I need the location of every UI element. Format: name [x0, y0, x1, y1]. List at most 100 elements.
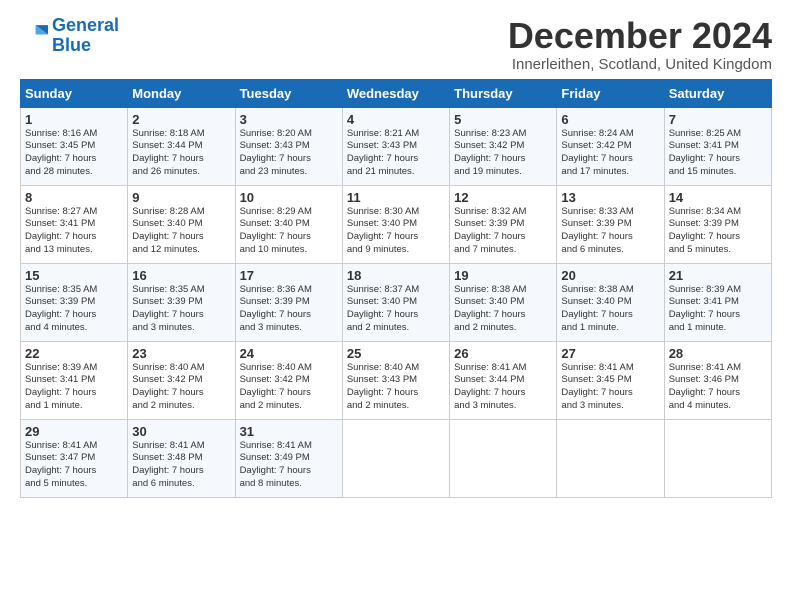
day-number: 8 [25, 190, 123, 205]
week-row-3: 15Sunrise: 8:35 AM Sunset: 3:39 PM Dayli… [21, 263, 772, 341]
cell-info: Sunrise: 8:39 AM Sunset: 3:41 PM Dayligh… [25, 362, 123, 413]
day-number: 22 [25, 346, 123, 361]
location-subtitle: Innerleithen, Scotland, United Kingdom [508, 56, 772, 73]
week-row-2: 8Sunrise: 8:27 AM Sunset: 3:41 PM Daylig… [21, 185, 772, 263]
cell-info: Sunrise: 8:41 AM Sunset: 3:46 PM Dayligh… [669, 362, 767, 413]
header-day-monday: Monday [128, 79, 235, 107]
day-number: 7 [669, 112, 767, 127]
header: General Blue December 2024 Innerleithen,… [20, 16, 772, 73]
header-row: SundayMondayTuesdayWednesdayThursdayFrid… [21, 79, 772, 107]
day-number: 11 [347, 190, 445, 205]
calendar-cell: 30Sunrise: 8:41 AM Sunset: 3:48 PM Dayli… [128, 419, 235, 497]
day-number: 20 [561, 268, 659, 283]
cell-info: Sunrise: 8:41 AM Sunset: 3:48 PM Dayligh… [132, 440, 230, 491]
title-block: December 2024 Innerleithen, Scotland, Un… [508, 16, 772, 73]
cell-info: Sunrise: 8:38 AM Sunset: 3:40 PM Dayligh… [454, 284, 552, 335]
cell-info: Sunrise: 8:27 AM Sunset: 3:41 PM Dayligh… [25, 206, 123, 257]
cell-info: Sunrise: 8:29 AM Sunset: 3:40 PM Dayligh… [240, 206, 338, 257]
logo: General Blue [20, 16, 119, 56]
cell-info: Sunrise: 8:40 AM Sunset: 3:43 PM Dayligh… [347, 362, 445, 413]
day-number: 25 [347, 346, 445, 361]
cell-info: Sunrise: 8:23 AM Sunset: 3:42 PM Dayligh… [454, 128, 552, 179]
calendar-cell: 31Sunrise: 8:41 AM Sunset: 3:49 PM Dayli… [235, 419, 342, 497]
cell-info: Sunrise: 8:20 AM Sunset: 3:43 PM Dayligh… [240, 128, 338, 179]
day-number: 3 [240, 112, 338, 127]
calendar-cell: 21Sunrise: 8:39 AM Sunset: 3:41 PM Dayli… [664, 263, 771, 341]
day-number: 27 [561, 346, 659, 361]
calendar-cell: 12Sunrise: 8:32 AM Sunset: 3:39 PM Dayli… [450, 185, 557, 263]
calendar-cell: 15Sunrise: 8:35 AM Sunset: 3:39 PM Dayli… [21, 263, 128, 341]
cell-info: Sunrise: 8:28 AM Sunset: 3:40 PM Dayligh… [132, 206, 230, 257]
cell-info: Sunrise: 8:36 AM Sunset: 3:39 PM Dayligh… [240, 284, 338, 335]
calendar-cell: 16Sunrise: 8:35 AM Sunset: 3:39 PM Dayli… [128, 263, 235, 341]
calendar-cell: 26Sunrise: 8:41 AM Sunset: 3:44 PM Dayli… [450, 341, 557, 419]
header-day-sunday: Sunday [21, 79, 128, 107]
day-number: 1 [25, 112, 123, 127]
header-day-wednesday: Wednesday [342, 79, 449, 107]
logo-blue: Blue [52, 36, 119, 56]
cell-info: Sunrise: 8:18 AM Sunset: 3:44 PM Dayligh… [132, 128, 230, 179]
cell-info: Sunrise: 8:41 AM Sunset: 3:47 PM Dayligh… [25, 440, 123, 491]
day-number: 18 [347, 268, 445, 283]
day-number: 4 [347, 112, 445, 127]
cell-info: Sunrise: 8:39 AM Sunset: 3:41 PM Dayligh… [669, 284, 767, 335]
calendar-cell: 5Sunrise: 8:23 AM Sunset: 3:42 PM Daylig… [450, 107, 557, 185]
calendar-cell: 6Sunrise: 8:24 AM Sunset: 3:42 PM Daylig… [557, 107, 664, 185]
day-number: 28 [669, 346, 767, 361]
calendar-cell: 22Sunrise: 8:39 AM Sunset: 3:41 PM Dayli… [21, 341, 128, 419]
calendar-cell [342, 419, 449, 497]
cell-info: Sunrise: 8:25 AM Sunset: 3:41 PM Dayligh… [669, 128, 767, 179]
day-number: 5 [454, 112, 552, 127]
header-day-friday: Friday [557, 79, 664, 107]
cell-info: Sunrise: 8:35 AM Sunset: 3:39 PM Dayligh… [25, 284, 123, 335]
calendar-cell: 1Sunrise: 8:16 AM Sunset: 3:45 PM Daylig… [21, 107, 128, 185]
day-number: 15 [25, 268, 123, 283]
day-number: 17 [240, 268, 338, 283]
header-day-tuesday: Tuesday [235, 79, 342, 107]
week-row-1: 1Sunrise: 8:16 AM Sunset: 3:45 PM Daylig… [21, 107, 772, 185]
day-number: 29 [25, 424, 123, 439]
cell-info: Sunrise: 8:41 AM Sunset: 3:45 PM Dayligh… [561, 362, 659, 413]
day-number: 13 [561, 190, 659, 205]
cell-info: Sunrise: 8:40 AM Sunset: 3:42 PM Dayligh… [132, 362, 230, 413]
cell-info: Sunrise: 8:38 AM Sunset: 3:40 PM Dayligh… [561, 284, 659, 335]
calendar-cell: 10Sunrise: 8:29 AM Sunset: 3:40 PM Dayli… [235, 185, 342, 263]
calendar-cell: 25Sunrise: 8:40 AM Sunset: 3:43 PM Dayli… [342, 341, 449, 419]
day-number: 12 [454, 190, 552, 205]
calendar-cell: 14Sunrise: 8:34 AM Sunset: 3:39 PM Dayli… [664, 185, 771, 263]
header-day-thursday: Thursday [450, 79, 557, 107]
header-day-saturday: Saturday [664, 79, 771, 107]
cell-info: Sunrise: 8:30 AM Sunset: 3:40 PM Dayligh… [347, 206, 445, 257]
day-number: 24 [240, 346, 338, 361]
cell-info: Sunrise: 8:41 AM Sunset: 3:44 PM Dayligh… [454, 362, 552, 413]
calendar-cell: 28Sunrise: 8:41 AM Sunset: 3:46 PM Dayli… [664, 341, 771, 419]
calendar-cell [557, 419, 664, 497]
cell-info: Sunrise: 8:40 AM Sunset: 3:42 PM Dayligh… [240, 362, 338, 413]
calendar-cell: 24Sunrise: 8:40 AM Sunset: 3:42 PM Dayli… [235, 341, 342, 419]
cell-info: Sunrise: 8:34 AM Sunset: 3:39 PM Dayligh… [669, 206, 767, 257]
calendar-cell: 13Sunrise: 8:33 AM Sunset: 3:39 PM Dayli… [557, 185, 664, 263]
cell-info: Sunrise: 8:37 AM Sunset: 3:40 PM Dayligh… [347, 284, 445, 335]
calendar-table: SundayMondayTuesdayWednesdayThursdayFrid… [20, 79, 772, 498]
calendar-cell: 27Sunrise: 8:41 AM Sunset: 3:45 PM Dayli… [557, 341, 664, 419]
calendar-cell [450, 419, 557, 497]
calendar-cell: 4Sunrise: 8:21 AM Sunset: 3:43 PM Daylig… [342, 107, 449, 185]
cell-info: Sunrise: 8:21 AM Sunset: 3:43 PM Dayligh… [347, 128, 445, 179]
day-number: 16 [132, 268, 230, 283]
calendar-cell: 19Sunrise: 8:38 AM Sunset: 3:40 PM Dayli… [450, 263, 557, 341]
day-number: 9 [132, 190, 230, 205]
month-title: December 2024 [508, 16, 772, 56]
day-number: 23 [132, 346, 230, 361]
day-number: 21 [669, 268, 767, 283]
calendar-cell: 3Sunrise: 8:20 AM Sunset: 3:43 PM Daylig… [235, 107, 342, 185]
calendar-cell: 11Sunrise: 8:30 AM Sunset: 3:40 PM Dayli… [342, 185, 449, 263]
calendar-cell [664, 419, 771, 497]
day-number: 19 [454, 268, 552, 283]
cell-info: Sunrise: 8:35 AM Sunset: 3:39 PM Dayligh… [132, 284, 230, 335]
calendar-cell: 8Sunrise: 8:27 AM Sunset: 3:41 PM Daylig… [21, 185, 128, 263]
day-number: 31 [240, 424, 338, 439]
page-container: General Blue December 2024 Innerleithen,… [0, 0, 792, 508]
calendar-cell: 20Sunrise: 8:38 AM Sunset: 3:40 PM Dayli… [557, 263, 664, 341]
logo-text: General Blue [52, 16, 119, 56]
cell-info: Sunrise: 8:33 AM Sunset: 3:39 PM Dayligh… [561, 206, 659, 257]
